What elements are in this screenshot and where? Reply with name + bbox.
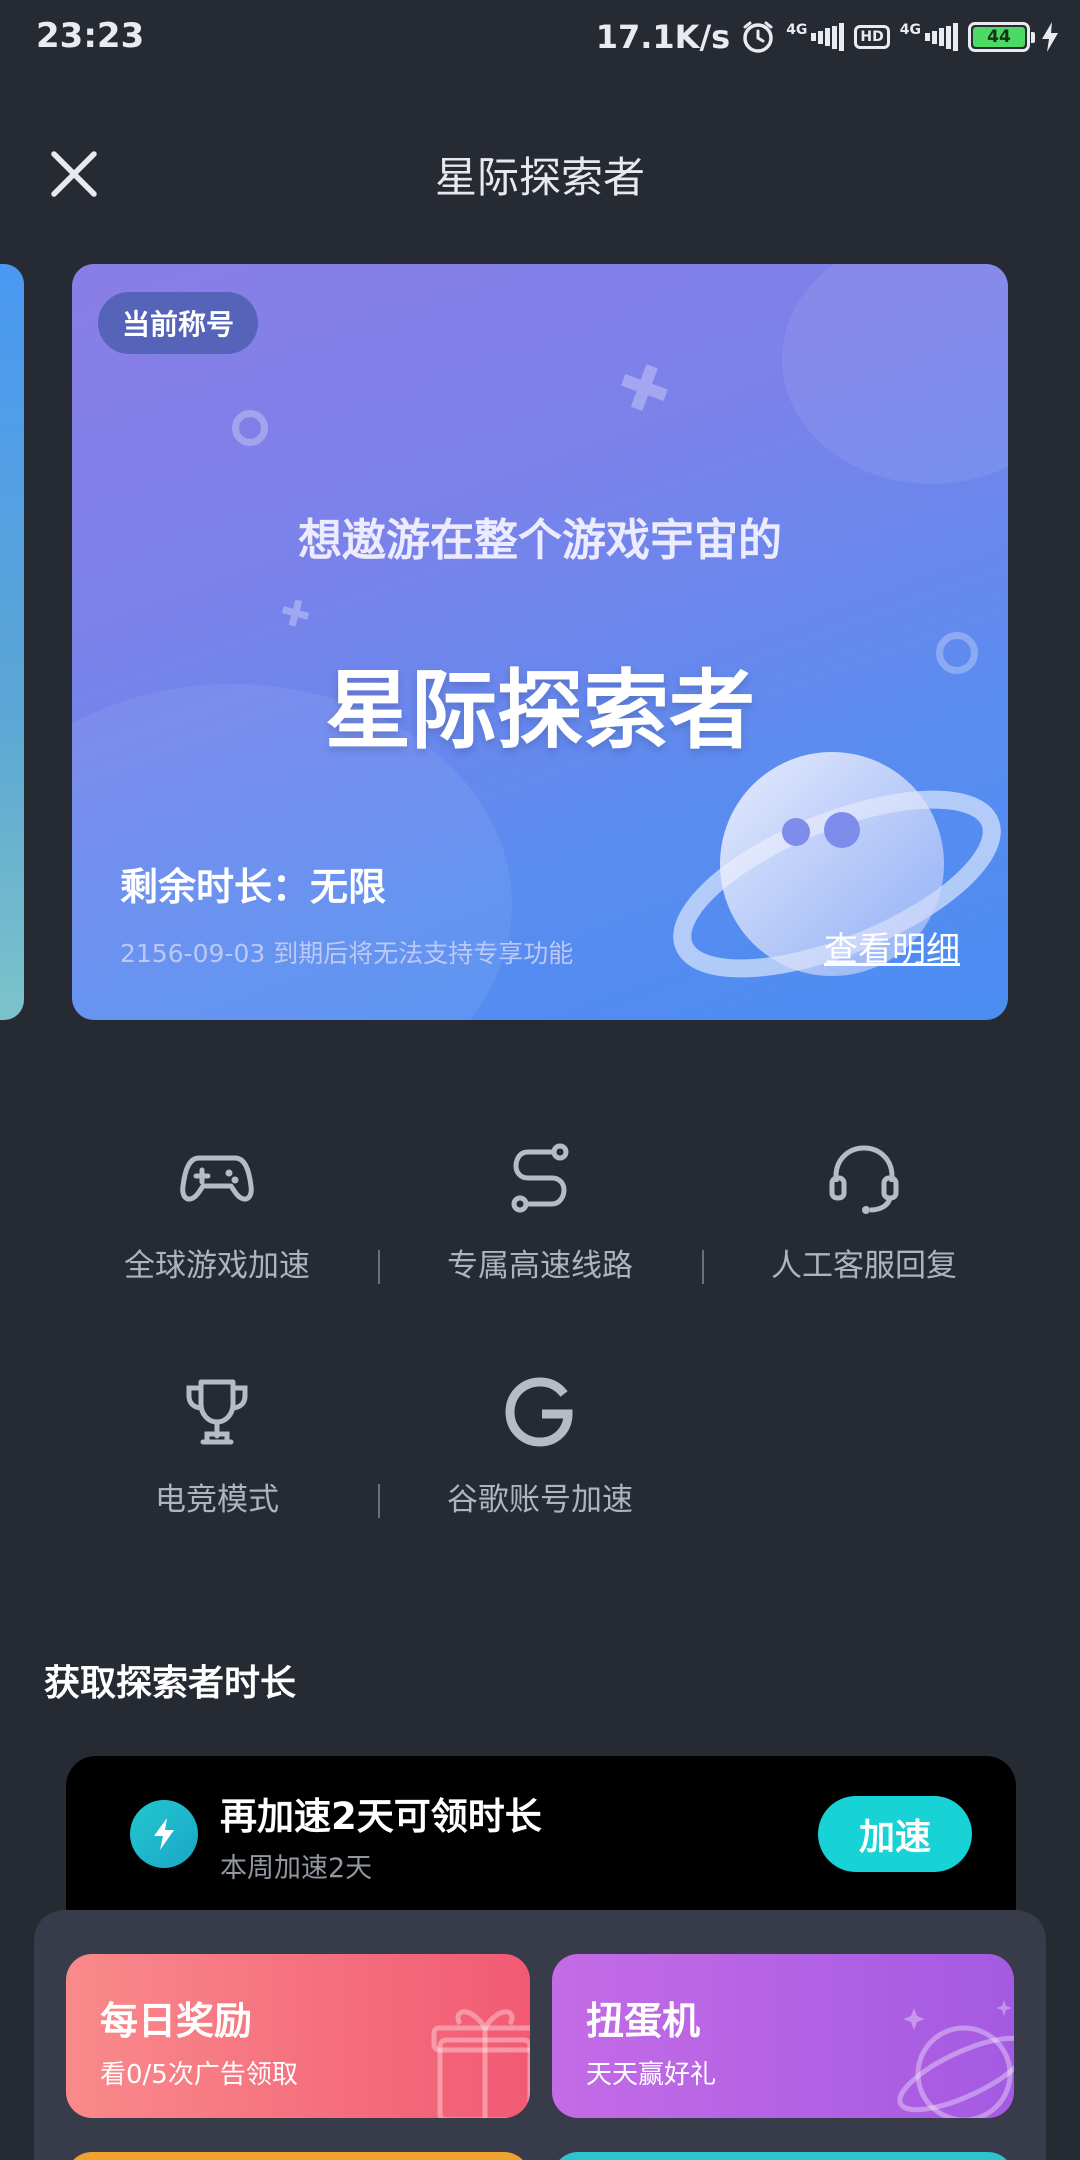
sparkle-decoration: ✚: [607, 345, 681, 432]
route-icon: [511, 1143, 569, 1213]
header: 星际探索者: [0, 100, 1080, 240]
feature-label: 电竞模式: [155, 1482, 279, 1518]
sparkle-decoration: ✚: [275, 590, 315, 639]
feature-dedicated-route: 专属高速线路: [380, 1140, 700, 1285]
signal-icon: 4G: [900, 23, 958, 51]
feature-google-account: 谷歌账号加速: [380, 1374, 700, 1519]
gacha-card[interactable]: 扭蛋机 天天赢好礼: [552, 1954, 1014, 2118]
signal-tag: 4G: [786, 22, 808, 38]
bottom-sheet: 每日奖励 看0/5次广告领取 扭蛋机 天天赢好礼: [34, 1910, 1046, 2160]
task-subtitle: 本周加速2天: [220, 1853, 373, 1884]
planet-icon: [897, 2000, 1014, 2118]
status-time: 23:23: [36, 16, 145, 56]
task-title: 再加速2天可领时长: [220, 1795, 542, 1838]
promo-card[interactable]: [552, 2152, 1014, 2160]
promo-title: 扭蛋机: [586, 1999, 701, 2043]
previous-title-card[interactable]: [0, 264, 24, 1020]
signal-tag: 4G: [899, 22, 921, 38]
charging-icon: [1042, 22, 1058, 52]
alarm-icon: [743, 21, 773, 53]
expire-note: 2156-09-03 到期后将无法支持专享功能: [120, 939, 574, 968]
card-decoration: [782, 264, 1008, 484]
section-title: 获取探索者时长: [44, 1663, 297, 1704]
status-icons: 17.1K/s 4G HD 4G 44: [596, 14, 1060, 60]
view-details-link[interactable]: 查看明细: [824, 922, 960, 971]
hd-badge: HD: [854, 25, 890, 49]
signal-icon: 4G: [786, 22, 845, 51]
ring-decoration: [232, 410, 268, 446]
promo-subtitle: 看0/5次广告领取: [100, 2060, 298, 2090]
status-bar: 23:23 17.1K/s 4G HD 4G 44: [0, 0, 1080, 76]
feature-esports-mode: 电竞模式: [57, 1374, 377, 1519]
headset-icon: [829, 1145, 899, 1214]
page-title: 星际探索者: [434, 153, 645, 202]
promo-title: 每日奖励: [100, 1999, 253, 2043]
google-icon: [505, 1377, 573, 1447]
current-title-badge: 当前称号: [98, 292, 259, 354]
daily-reward-card[interactable]: 每日奖励 看0/5次广告领取: [66, 1954, 530, 2118]
battery-level: 44: [973, 27, 1025, 47]
network-speed: 17.1K/s: [595, 18, 731, 56]
promo-card[interactable]: [66, 2152, 530, 2160]
planet-icon: [673, 752, 1001, 978]
promo-subtitle: 天天赢好礼: [586, 2060, 717, 2090]
gamepad-icon: [180, 1155, 254, 1202]
accelerate-button[interactable]: 加速: [818, 1796, 972, 1872]
battery-icon: 44: [968, 22, 1035, 52]
feature-label: 专属高速线路: [447, 1248, 633, 1284]
lightning-icon: [130, 1800, 198, 1868]
title-card[interactable]: ✚ ✚ 当前称号 想遨游在整个游戏宇宙的 星际探索者 剩余时长：无限 2156-…: [72, 264, 1008, 1020]
remaining-time: 剩余时长：无限: [120, 865, 387, 909]
feature-label: 谷歌账号加速: [447, 1482, 633, 1518]
feature-label: 人工客服回复: [771, 1248, 957, 1284]
card-subtitle: 想遨游在整个游戏宇宙的: [298, 515, 782, 566]
feature-human-support: 人工客服回复: [704, 1140, 1024, 1285]
gift-icon: [431, 2009, 530, 2118]
feature-global-acceleration: 全球游戏加速: [57, 1140, 377, 1285]
feature-label: 全球游戏加速: [124, 1248, 310, 1284]
trophy-icon: [186, 1379, 248, 1445]
